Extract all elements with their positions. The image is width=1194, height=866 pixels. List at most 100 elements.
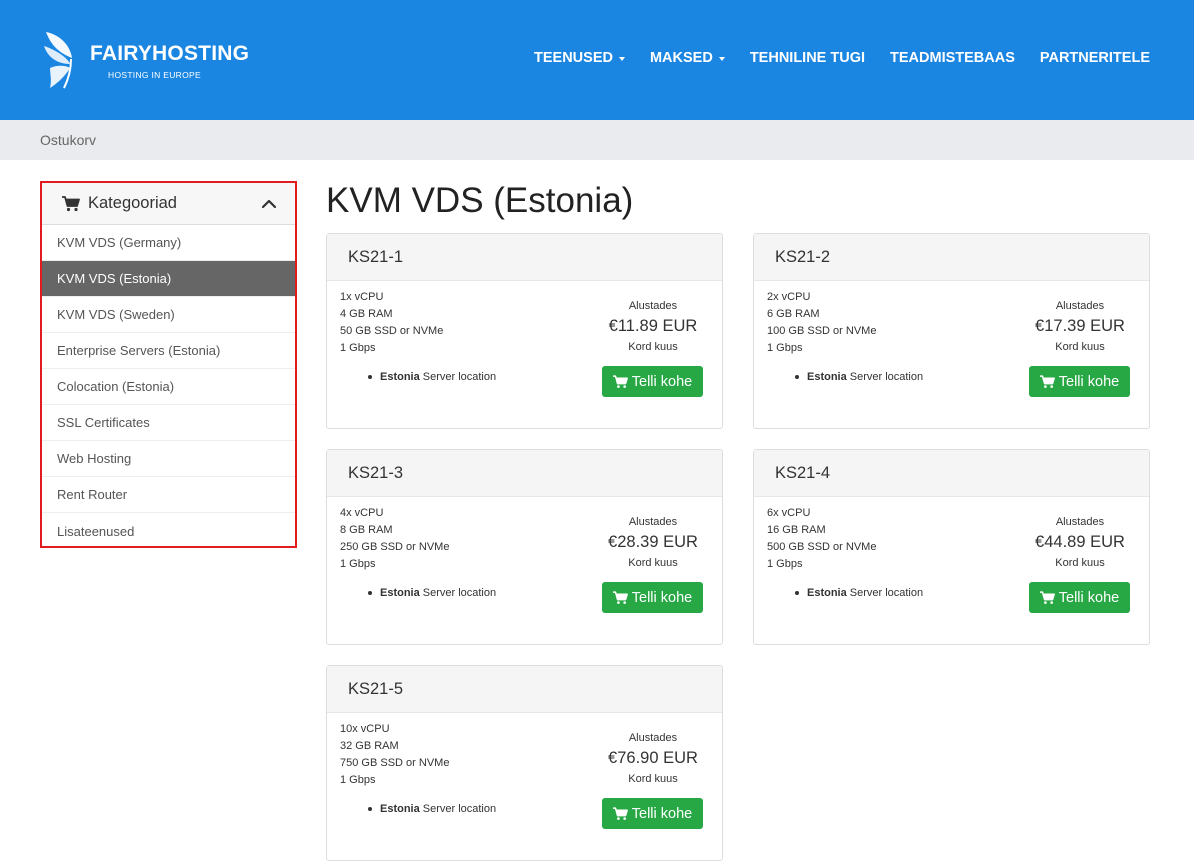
feature-server-location: Estonia Server location (795, 371, 923, 383)
spec-disk: 250 GB SSD or NVMe (340, 541, 450, 553)
caret-down-icon (618, 56, 625, 61)
order-now-button[interactable]: Telli kohe (1029, 582, 1130, 613)
category-kvm-vds-sweden[interactable]: KVM VDS (Sweden) (42, 297, 295, 333)
spec-ram: 6 GB RAM (767, 308, 820, 320)
feature-location-label: Server location (422, 803, 497, 815)
feature-location-label: Server location (849, 371, 924, 383)
nav-teadmistebaas-label: TEADMISTEBAAS (890, 50, 1015, 66)
price-value: €76.90 EUR (608, 749, 698, 767)
price-value: €44.89 EUR (1035, 533, 1125, 551)
chevron-up-icon[interactable] (261, 196, 277, 212)
cart-icon (1039, 374, 1055, 388)
order-now-label: Telli kohe (631, 373, 693, 390)
order-now-label: Telli kohe (1058, 373, 1120, 390)
product-specs: 10x vCPU 32 GB RAM 750 GB SSD or NVMe 1 … (340, 721, 449, 789)
spec-cpu: 4x vCPU (340, 507, 384, 519)
feature-location-value: Estonia (807, 371, 847, 383)
product-card-ks21-5: KS21-5 10x vCPU 32 GB RAM 750 GB SSD or … (326, 665, 723, 861)
category-rent-router[interactable]: Rent Router (42, 477, 295, 513)
nav-teenused[interactable]: TEENUSED (534, 50, 625, 66)
caret-down-icon (718, 56, 725, 61)
price-box: Alustades €28.39 EUR Kord kuus (603, 516, 703, 569)
product-name: KS21-3 (327, 450, 722, 497)
spec-disk: 750 GB SSD or NVMe (340, 757, 450, 769)
spec-cpu: 10x vCPU (340, 723, 390, 735)
order-now-button[interactable]: Telli kohe (602, 366, 703, 397)
price-from-label: Alustades (628, 300, 678, 312)
spec-cpu: 2x vCPU (767, 291, 811, 303)
price-period: Kord kuus (1055, 557, 1105, 569)
category-colocation[interactable]: Colocation (Estonia) (42, 369, 295, 405)
feature-location-label: Server location (422, 587, 497, 599)
spec-network: 1 Gbps (767, 558, 803, 570)
spec-disk: 500 GB SSD or NVMe (767, 541, 877, 553)
feature-location-label: Server location (422, 371, 497, 383)
price-box: Alustades €17.39 EUR Kord kuus (1030, 300, 1130, 353)
feature-location-value: Estonia (807, 587, 847, 599)
price-value: €17.39 EUR (1035, 317, 1125, 335)
cart-icon (612, 590, 628, 604)
price-value: €28.39 EUR (608, 533, 698, 551)
product-name: KS21-2 (754, 234, 1149, 281)
brand-logo[interactable]: FAIRYHOSTING HOSTING IN EUROPE (40, 28, 249, 92)
price-from-label: Alustades (1055, 300, 1105, 312)
product-specs: 6x vCPU 16 GB RAM 500 GB SSD or NVMe 1 G… (767, 505, 876, 573)
feature-server-location: Estonia Server location (795, 587, 923, 599)
spec-disk: 100 GB SSD or NVMe (767, 325, 877, 337)
product-card-ks21-2: KS21-2 2x vCPU 6 GB RAM 100 GB SSD or NV… (753, 233, 1150, 429)
nav-maksed[interactable]: MAKSED (650, 50, 725, 66)
cart-icon (612, 374, 628, 388)
bullet-icon (795, 591, 799, 595)
category-ssl-certificates[interactable]: SSL Certificates (42, 405, 295, 441)
cart-icon (1039, 590, 1055, 604)
product-name: KS21-4 (754, 450, 1149, 497)
feature-location-value: Estonia (380, 371, 420, 383)
price-from-label: Alustades (628, 732, 678, 744)
bullet-icon (368, 375, 372, 379)
category-kvm-vds-estonia[interactable]: KVM VDS (Estonia) (42, 261, 295, 297)
spec-network: 1 Gbps (340, 342, 376, 354)
feature-location-value: Estonia (380, 587, 420, 599)
product-card-ks21-3: KS21-3 4x vCPU 8 GB RAM 250 GB SSD or NV… (326, 449, 723, 645)
nav-partneritele-label: PARTNERITELE (1039, 50, 1150, 66)
price-period: Kord kuus (628, 557, 678, 569)
categories-title: Kategooriad (88, 194, 177, 212)
price-period: Kord kuus (1055, 341, 1105, 353)
product-name: KS21-5 (327, 666, 722, 713)
site-header: FAIRYHOSTING HOSTING IN EUROPE TEENUSED … (0, 0, 1194, 120)
nav-tehniline-tugi[interactable]: TEHNILINE TUGI (750, 50, 865, 66)
order-now-button[interactable]: Telli kohe (602, 582, 703, 613)
price-from-label: Alustades (1055, 516, 1105, 528)
nav-partneritele[interactable]: PARTNERITELE (1040, 50, 1150, 66)
category-web-hosting[interactable]: Web Hosting (42, 441, 295, 477)
category-lisateenused[interactable]: Lisateenused (42, 513, 295, 549)
order-now-button[interactable]: Telli kohe (602, 798, 703, 829)
order-now-button[interactable]: Telli kohe (1029, 366, 1130, 397)
spec-cpu: 6x vCPU (767, 507, 811, 519)
spec-ram: 16 GB RAM (767, 524, 826, 536)
category-enterprise-servers[interactable]: Enterprise Servers (Estonia) (42, 333, 295, 369)
spec-disk: 50 GB SSD or NVMe (340, 325, 444, 337)
order-now-label: Telli kohe (631, 589, 693, 606)
product-specs: 1x vCPU 4 GB RAM 50 GB SSD or NVMe 1 Gbp… (340, 289, 443, 357)
nav-teadmistebaas[interactable]: TEADMISTEBAAS (890, 50, 1015, 66)
bullet-icon (368, 591, 372, 595)
spec-ram: 4 GB RAM (340, 308, 393, 320)
category-kvm-vds-germany[interactable]: KVM VDS (Germany) (42, 225, 295, 261)
spec-ram: 8 GB RAM (340, 524, 393, 536)
spec-ram: 32 GB RAM (340, 740, 399, 752)
feature-server-location: Estonia Server location (368, 587, 496, 599)
categories-header[interactable]: Kategooriad (42, 183, 295, 225)
product-specs: 4x vCPU 8 GB RAM 250 GB SSD or NVMe 1 Gb… (340, 505, 449, 573)
price-value: €11.89 EUR (608, 317, 698, 335)
brand-name: FAIRYHOSTING (90, 42, 250, 65)
brand-tagline: HOSTING IN EUROPE (108, 70, 201, 80)
feature-location-value: Estonia (380, 803, 420, 815)
bullet-icon (368, 807, 372, 811)
product-specs: 2x vCPU 6 GB RAM 100 GB SSD or NVMe 1 Gb… (767, 289, 876, 357)
breadcrumb-current: Ostukorv (40, 132, 97, 148)
feature-server-location: Estonia Server location (368, 371, 496, 383)
price-period: Kord kuus (628, 773, 678, 785)
cart-icon (612, 806, 628, 820)
product-name: KS21-1 (327, 234, 722, 281)
